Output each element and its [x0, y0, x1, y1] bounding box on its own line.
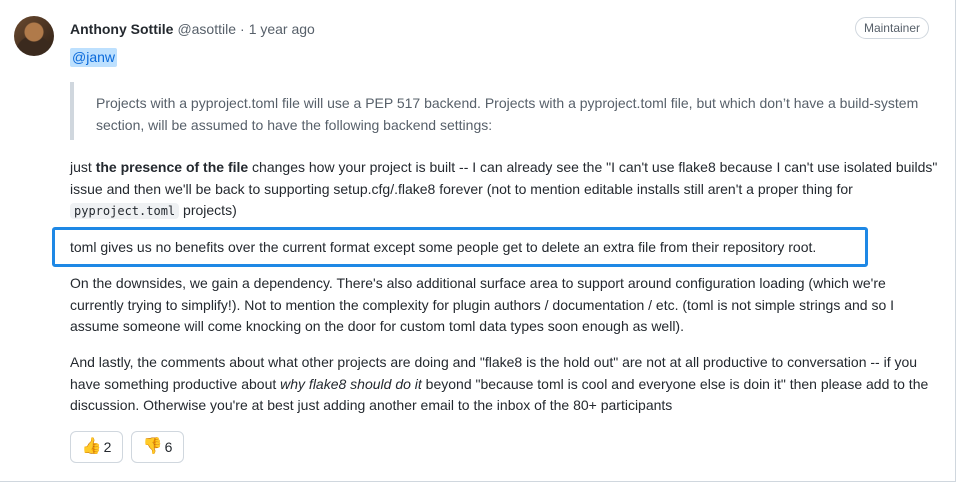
- author-handle[interactable]: @asottile: [177, 21, 236, 37]
- paragraph-4: And lastly, the comments about what othe…: [70, 352, 940, 417]
- comment-header: Anthony Sottile @asottile · 1 year ago: [70, 19, 315, 39]
- reaction-count: 6: [164, 439, 173, 455]
- reaction-count: 2: [103, 439, 112, 455]
- thumbs-up-icon: 👍: [81, 438, 102, 455]
- p1-suffix: projects): [179, 202, 237, 218]
- blockquote: Projects with a pyproject.toml file will…: [70, 82, 930, 140]
- user-mention[interactable]: @janw: [70, 48, 118, 67]
- author-name[interactable]: Anthony Sottile: [70, 21, 173, 37]
- separator: ·: [240, 21, 245, 37]
- p1-prefix: just: [70, 159, 96, 175]
- inline-code: pyproject.toml: [70, 203, 180, 219]
- thumbs-down-reaction-button[interactable]: 👎 6: [131, 431, 184, 463]
- timestamp[interactable]: 1 year ago: [249, 21, 315, 37]
- paragraph-3: On the downsides, we gain a dependency. …: [70, 275, 895, 334]
- p1-bold: the presence of the file: [95, 159, 249, 175]
- comment-card: Anthony Sottile @asottile · 1 year ago M…: [0, 0, 956, 482]
- paragraph-1: just the presence of the file changes ho…: [70, 157, 940, 223]
- p4-italic: why flake8 should do it: [280, 375, 422, 392]
- avatar[interactable]: [14, 16, 54, 56]
- reactions-bar: 👍 2 👎 6: [70, 431, 184, 463]
- thumbs-down-icon: 👎: [142, 438, 163, 455]
- paragraph-2-highlighted: toml gives us no benefits over the curre…: [70, 239, 817, 255]
- maintainer-badge: Maintainer: [854, 17, 929, 39]
- thumbs-up-reaction-button[interactable]: 👍 2: [70, 431, 123, 463]
